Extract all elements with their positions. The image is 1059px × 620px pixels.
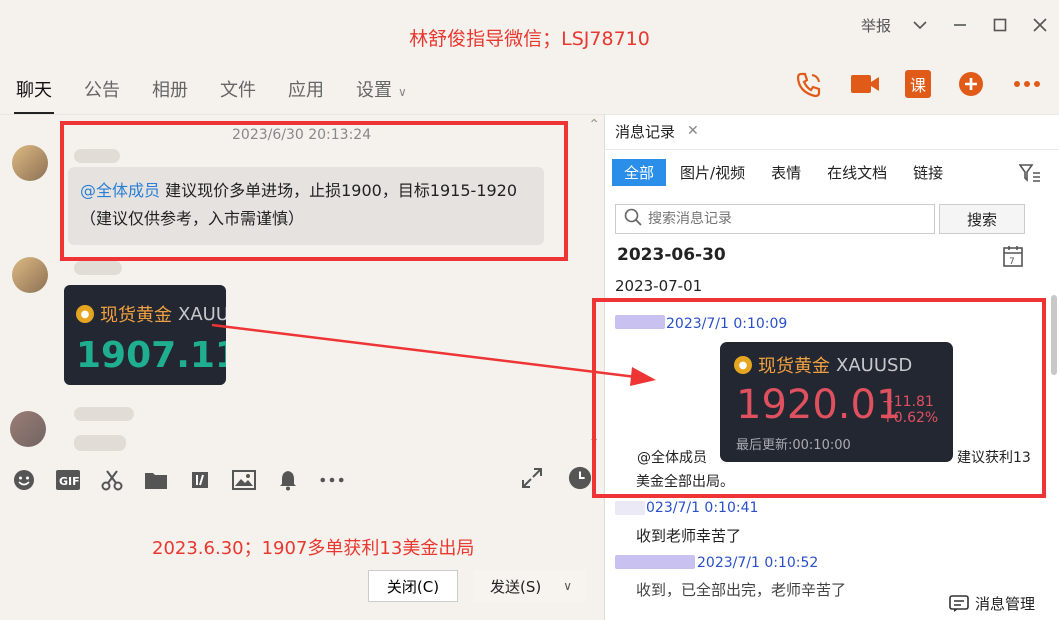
chevron-down-icon: ∨	[398, 85, 407, 99]
clock-icon[interactable]	[568, 466, 592, 490]
sender-name-blurred	[74, 407, 134, 421]
date-header: 2023-06-30	[617, 245, 726, 265]
highlight-box	[592, 298, 1046, 498]
history-tab[interactable]: 消息记录	[615, 121, 675, 142]
avatar[interactable]	[12, 257, 48, 293]
minimize-button[interactable]	[949, 14, 971, 36]
panel-tab-divider	[605, 149, 1059, 150]
filter-docs[interactable]: 在线文档	[815, 159, 899, 186]
image-icon[interactable]	[232, 468, 256, 492]
more-icon[interactable]	[1011, 68, 1043, 100]
gold-price: 1907.11	[76, 335, 226, 376]
tab-album[interactable]: 相册	[136, 70, 204, 114]
search-button[interactable]: 搜索	[939, 204, 1025, 234]
calendar-icon[interactable]: 7	[1003, 245, 1023, 271]
sender-name-blurred	[615, 555, 695, 569]
maximize-button[interactable]	[989, 14, 1011, 36]
chat-bubble-icon	[949, 594, 969, 612]
filter-all[interactable]: 全部	[612, 159, 667, 186]
gold-coin-icon: ●	[76, 305, 94, 323]
chevron-down-icon[interactable]: ∨	[563, 579, 572, 593]
message-time: 023/7/1 0:10:41	[646, 500, 759, 516]
window-controls: 举报	[861, 14, 1051, 36]
expand-icon[interactable]	[520, 466, 544, 490]
message-text: 收到，已全部出完，老师辛苦了	[636, 581, 847, 599]
tab-apps[interactable]: 应用	[272, 70, 340, 114]
main-tabs: 聊天 公告 相册 文件 应用 设置 ∨	[0, 70, 423, 114]
send-button[interactable]: 发送(S) ∨	[474, 570, 586, 602]
video-call-icon[interactable]	[849, 68, 881, 100]
history-filters: 全部 图片/视频 表情 在线文档 链接	[612, 159, 955, 186]
title-bar: 林舒俊指导微信；LSJ78710 举报	[0, 0, 1059, 58]
sender-name-blurred	[74, 261, 122, 275]
avatar[interactable]	[12, 145, 48, 181]
gif-icon[interactable]: GIF	[56, 468, 80, 492]
filter-icon[interactable]	[1018, 163, 1041, 187]
search-input[interactable]	[648, 211, 918, 227]
message-manage-label: 消息管理	[974, 595, 1035, 613]
date-subheader: 2023-07-01	[615, 277, 703, 295]
share-screen-icon[interactable]	[188, 468, 212, 492]
tab-chat[interactable]: 聊天	[0, 70, 68, 114]
highlight-box	[60, 121, 568, 261]
add-circle-icon[interactable]	[955, 68, 987, 100]
message-time: 2023/7/1 0:10:52	[697, 555, 819, 571]
gold-name: 现货黄金	[100, 305, 172, 326]
input-toolbar: GIF	[0, 462, 604, 498]
message-text: 收到老师幸苦了	[636, 527, 742, 545]
tab-album-label: 相册	[152, 80, 188, 101]
svg-text:GIF: GIF	[59, 475, 80, 488]
svg-text:7: 7	[1009, 257, 1015, 267]
folder-icon[interactable]	[144, 468, 168, 492]
scissors-icon[interactable]	[100, 468, 124, 492]
close-icon[interactable]: ✕	[687, 123, 699, 139]
tab-announcement-label: 公告	[84, 80, 120, 101]
filter-links[interactable]: 链接	[901, 159, 955, 186]
phone-call-icon[interactable]	[793, 68, 825, 100]
emoji-icon[interactable]	[12, 468, 36, 492]
history-search-box	[615, 204, 935, 234]
tab-announcement[interactable]: 公告	[68, 70, 136, 114]
avatar[interactable]	[10, 411, 46, 447]
more-icon[interactable]	[320, 468, 344, 492]
sender-name-blurred	[615, 501, 645, 515]
message-input-text[interactable]: 2023.6.30；1907多单获利13美金出局	[152, 534, 474, 560]
report-button[interactable]: 举报	[861, 15, 891, 36]
chevron-down-icon[interactable]	[909, 14, 931, 36]
filter-media[interactable]: 图片/视频	[668, 159, 757, 186]
message-manage-button[interactable]: 消息管理	[949, 593, 1035, 614]
tab-files[interactable]: 文件	[204, 70, 272, 114]
filter-emoji[interactable]: 表情	[759, 159, 813, 186]
bell-icon[interactable]	[276, 468, 300, 492]
search-icon	[624, 208, 642, 230]
chat-message-area[interactable]: 2023/6/30 20:13:24 @全体成员 建议现价多单进场，止损1900…	[0, 117, 604, 453]
chat-toolbar: 课	[793, 68, 1043, 100]
gold-card-header: ● 现货黄金 XAUUSD	[76, 301, 226, 327]
close-window-button[interactable]	[1029, 14, 1051, 36]
tab-settings-label: 设置	[356, 80, 392, 101]
gold-quote-card[interactable]: ● 现货黄金 XAUUSD 1907.11	[64, 285, 226, 385]
close-button[interactable]: 关闭(C)	[368, 570, 458, 602]
input-toolbar-right	[520, 466, 592, 490]
collapse-up-icon[interactable]: ⌃	[588, 117, 600, 133]
history-scrollbar[interactable]	[1051, 295, 1057, 375]
course-icon[interactable]: 课	[905, 70, 931, 98]
send-button-label: 发送(S)	[490, 577, 542, 596]
tab-files-label: 文件	[220, 80, 256, 101]
message-preview-blurred	[74, 435, 126, 451]
tab-apps-label: 应用	[288, 80, 324, 101]
gold-symbol: XAUUSD	[178, 303, 226, 325]
tab-chat-label: 聊天	[16, 80, 52, 101]
tab-settings[interactable]: 设置 ∨	[340, 70, 423, 114]
